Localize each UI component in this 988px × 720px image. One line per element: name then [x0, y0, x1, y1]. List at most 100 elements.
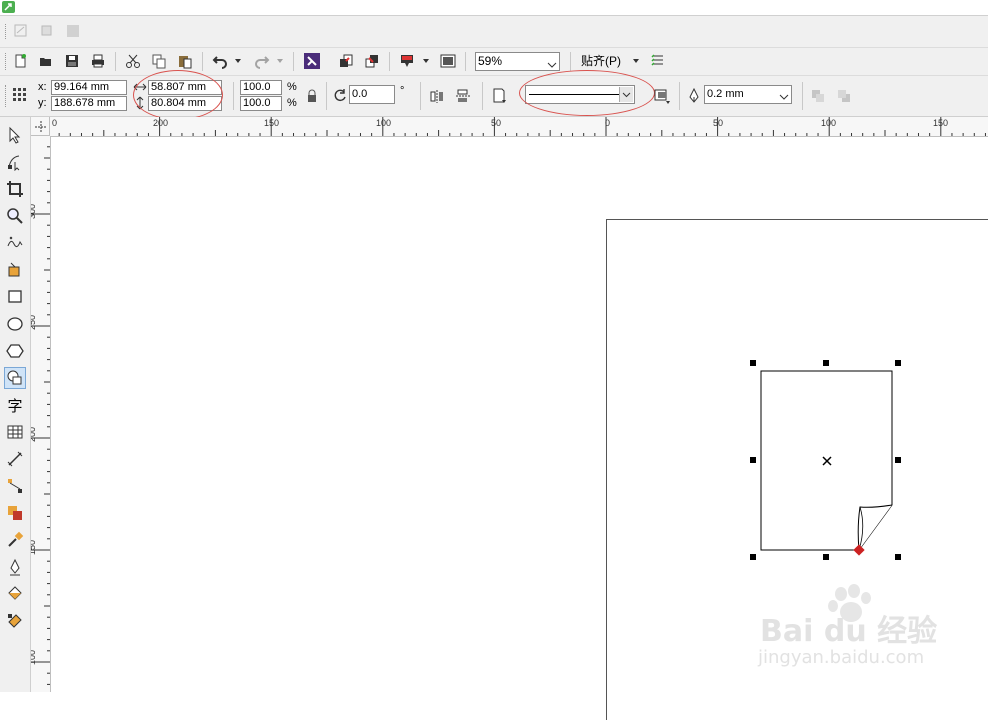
copy-icon[interactable] [149, 51, 169, 71]
title-bar [0, 0, 988, 16]
degree-sign: ° [400, 85, 405, 97]
docker-icon-1[interactable] [13, 23, 31, 39]
fill-tool-icon[interactable] [4, 583, 26, 605]
end-arrowhead-icon[interactable] [652, 86, 672, 106]
selection-handle-top-left[interactable] [750, 360, 756, 366]
y-position-field[interactable]: 188.678 mm [51, 96, 127, 111]
ruler-label: 100 [31, 649, 38, 666]
selection-handle-left[interactable] [750, 457, 756, 463]
ruler-label: 200 [31, 426, 38, 443]
ruler-origin-corner[interactable] [31, 117, 50, 136]
export-icon[interactable] [362, 51, 382, 71]
ruler-label: 150 [31, 539, 38, 556]
standard-toolbar: 59% 贴齐(P) [0, 48, 988, 76]
publish-pdf-icon[interactable] [397, 51, 417, 71]
text-tool-icon[interactable]: 字 [4, 394, 26, 416]
ruler-label: 150 [933, 118, 949, 128]
basic-shapes-tool-icon[interactable] [4, 367, 26, 389]
x-position-label: x: [38, 81, 47, 93]
scale-y-percent: % [287, 97, 297, 109]
drawing-canvas[interactable]: Bai du 经验 jingyan.baidu.com [51, 137, 988, 720]
outline-tool-icon[interactable] [4, 556, 26, 578]
chevron-down-icon[interactable] [779, 90, 789, 103]
ruler-label: 250 [31, 314, 38, 331]
to-back-icon[interactable] [834, 86, 854, 106]
options-icon[interactable] [648, 51, 668, 71]
open-icon[interactable] [36, 51, 56, 71]
undo-icon[interactable] [210, 51, 230, 71]
pick-tool-icon[interactable] [4, 124, 26, 146]
redo-dropdown-icon[interactable] [274, 51, 286, 71]
ruler-label: 150 [264, 118, 280, 128]
new-document-icon[interactable] [10, 51, 30, 71]
separator [482, 82, 483, 110]
rectangle-tool-icon[interactable] [4, 286, 26, 308]
shape-tool-icon[interactable] [4, 151, 26, 173]
eyedropper-tool-icon[interactable] [4, 529, 26, 551]
publish-dropdown-icon[interactable] [420, 51, 432, 71]
rotation-icon [333, 88, 347, 105]
paste-icon[interactable] [175, 51, 195, 71]
connector-tool-icon[interactable] [4, 475, 26, 497]
polygon-tool-icon[interactable] [4, 340, 26, 362]
dimension-tool-icon[interactable] [4, 448, 26, 470]
horizontal-ruler-ticks [58, 117, 986, 136]
snap-to-menu-button[interactable]: 贴齐(P) [581, 55, 621, 68]
import-icon[interactable] [336, 51, 356, 71]
table-tool-icon[interactable] [4, 421, 26, 443]
x-position-field[interactable]: 99.164 mm [51, 80, 127, 95]
annotation-circle-size [133, 70, 223, 120]
outline-pen-icon[interactable] [684, 86, 704, 106]
selection-handle-top[interactable] [823, 360, 829, 366]
vertical-ruler[interactable]: 300 250 200 150 100 [31, 136, 51, 692]
zoom-tool-icon[interactable] [4, 205, 26, 227]
start-arrowhead-icon[interactable] [489, 86, 509, 106]
property-bar: x: y: 99.164 mm 188.678 mm 58.807 mm 80.… [0, 70, 988, 120]
lock-ratio-icon[interactable] [302, 86, 322, 106]
to-front-icon[interactable] [808, 86, 828, 106]
scale-y-field[interactable]: 100.0 [240, 96, 282, 111]
selection-handle-top-right[interactable] [895, 360, 901, 366]
smart-fill-tool-icon[interactable] [4, 259, 26, 281]
docker-toolbar [0, 16, 988, 48]
horizontal-ruler[interactable]: 0 200 150 100 50 0 50 100 150 [50, 117, 988, 137]
save-icon[interactable] [62, 51, 82, 71]
toolbar-grip [5, 85, 8, 107]
rotation-angle-field[interactable]: 0.0 [349, 85, 395, 104]
separator [326, 82, 327, 110]
object-origin-icon[interactable] [10, 85, 30, 105]
undo-dropdown-icon[interactable] [232, 51, 244, 71]
mirror-horizontal-icon[interactable] [427, 86, 447, 106]
cut-icon[interactable] [123, 51, 143, 71]
ellipse-tool-icon[interactable] [4, 313, 26, 335]
search-content-icon[interactable] [302, 51, 322, 71]
ruler-label: 300 [31, 203, 38, 220]
separator [389, 52, 390, 71]
freehand-tool-icon[interactable] [4, 232, 26, 254]
print-icon[interactable] [88, 51, 108, 71]
ruler-label: 100 [821, 118, 837, 128]
selection-handle-bottom[interactable] [823, 554, 829, 560]
ruler-label: 100 [376, 118, 392, 128]
outline-width-value: 0.2 mm [707, 88, 744, 100]
chevron-down-icon[interactable] [547, 57, 557, 70]
snap-dropdown-icon[interactable] [630, 51, 642, 71]
full-screen-preview-icon[interactable] [438, 51, 458, 71]
scale-x-field[interactable]: 100.0 [240, 80, 282, 95]
selection-center-marker[interactable] [822, 456, 832, 466]
redo-icon[interactable] [252, 51, 272, 71]
selection-handle-right[interactable] [895, 457, 901, 463]
docker-icon-2[interactable] [39, 23, 57, 39]
vertical-ruler-ticks [31, 146, 50, 685]
zoom-level-combo[interactable]: 59% [475, 52, 560, 71]
selection-handle-bottom-left[interactable] [750, 554, 756, 560]
crop-tool-icon[interactable] [4, 178, 26, 200]
outline-width-field[interactable]: 0.2 mm [704, 85, 792, 104]
selection-handle-bottom-right[interactable] [895, 554, 901, 560]
interactive-fill-tool-icon[interactable] [4, 610, 26, 632]
annotation-circle-line-style [519, 70, 655, 116]
interactive-effects-tool-icon[interactable] [4, 502, 26, 524]
mirror-vertical-icon[interactable] [453, 86, 473, 106]
toolbar-grip [5, 24, 8, 39]
docker-icon-3[interactable] [65, 23, 83, 39]
